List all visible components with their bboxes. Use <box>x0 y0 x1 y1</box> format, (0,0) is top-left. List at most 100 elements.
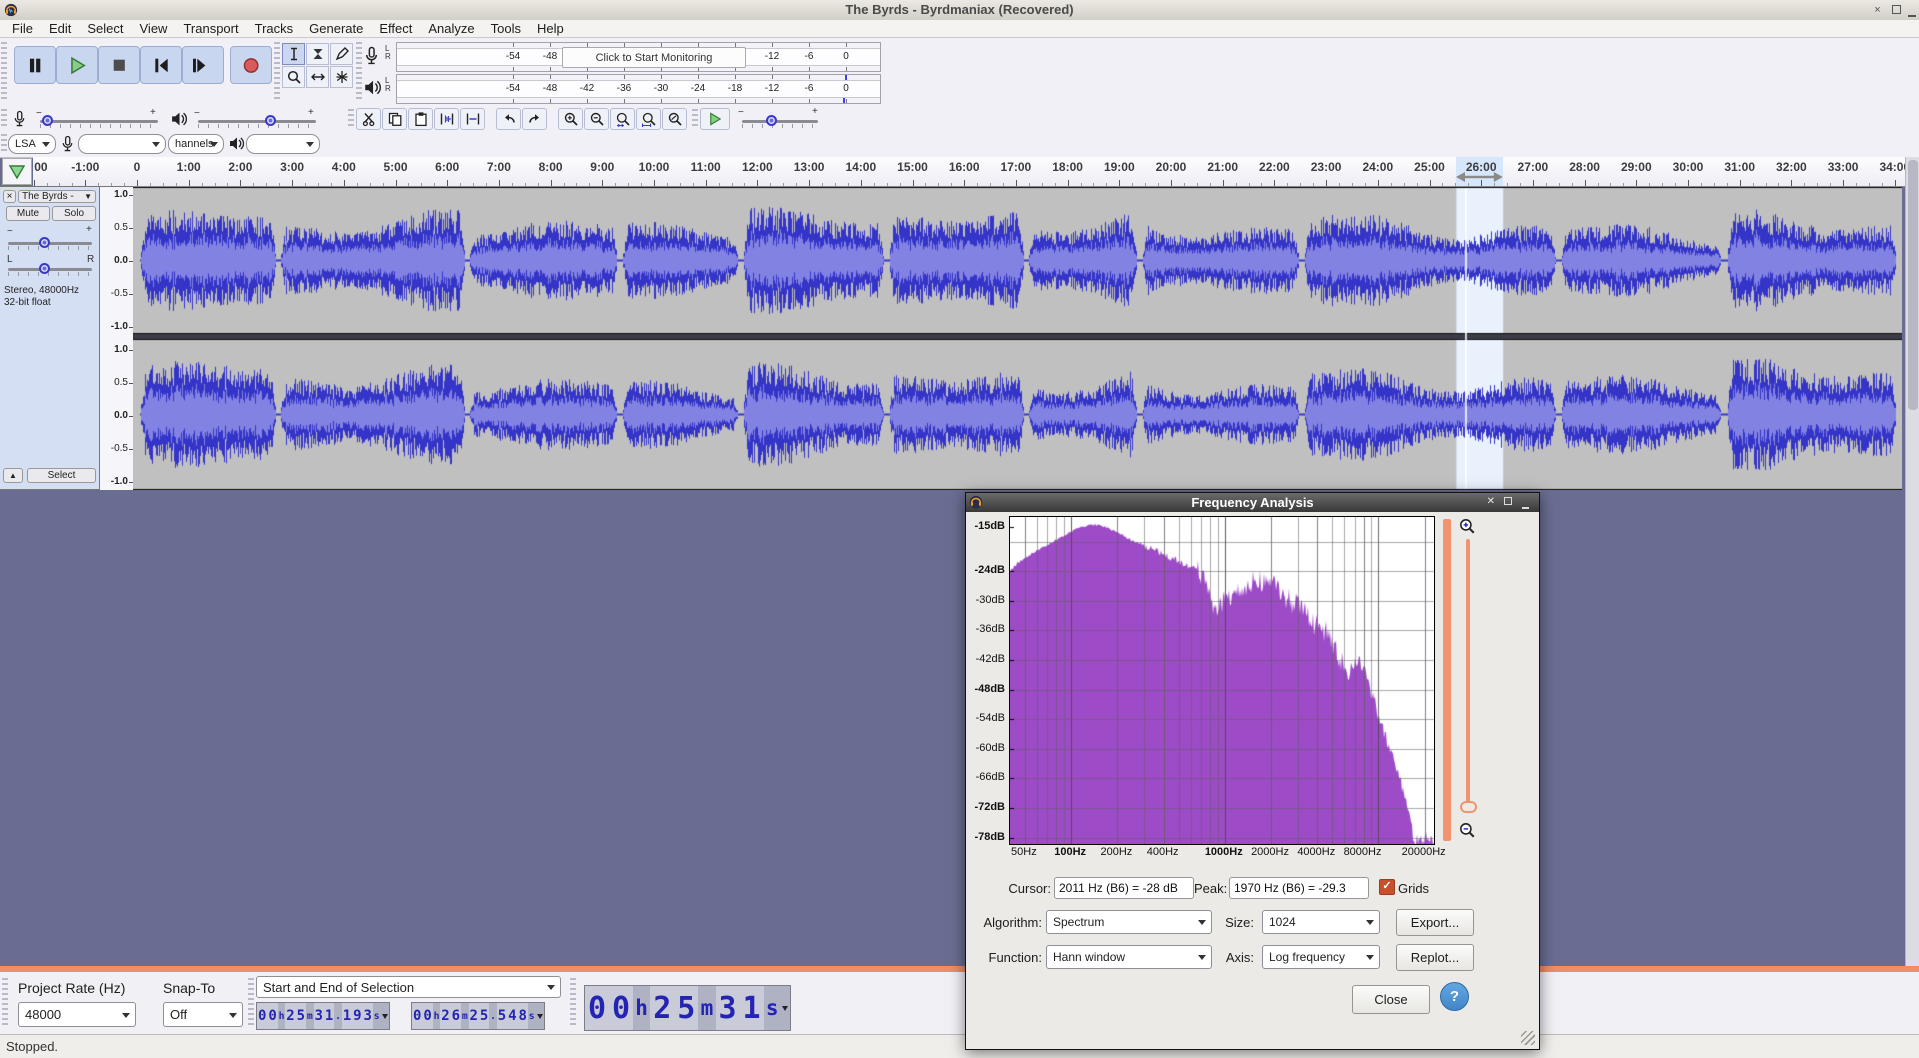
close-button[interactable]: Close <box>1352 985 1430 1014</box>
selection-end-field-digit[interactable]: 0 <box>412 1003 423 1029</box>
menu-effect[interactable]: Effect <box>371 21 420 36</box>
export-button[interactable]: Export... <box>1396 909 1474 936</box>
selection-start-field-digit[interactable]: 1 <box>341 1003 353 1029</box>
selection-end-field-format-arrow[interactable] <box>535 1003 545 1029</box>
record-button[interactable] <box>230 46 272 84</box>
cursor-value-field[interactable]: 2011 Hz (B6) = -28 dB <box>1054 877 1194 899</box>
audio-position-field-digit[interactable]: 3 <box>715 986 740 1030</box>
undo-button[interactable] <box>496 108 521 130</box>
menu-transport[interactable]: Transport <box>175 21 246 36</box>
selection-end-field-digit[interactable]: 6 <box>450 1003 462 1029</box>
skip-to-start-button[interactable] <box>140 46 182 84</box>
vertical-zoom-slider[interactable] <box>1466 539 1470 811</box>
selection-end-field-digit[interactable]: 5 <box>478 1003 490 1029</box>
selection-tool-button[interactable] <box>282 43 305 65</box>
menu-analyze[interactable]: Analyze <box>420 21 482 36</box>
selection-start-field-format-arrow[interactable] <box>380 1003 390 1029</box>
mute-button[interactable]: Mute <box>6 206 50 221</box>
fit-project-button[interactable] <box>636 108 661 130</box>
selection-resize-handle[interactable] <box>1456 170 1504 184</box>
fit-selection-button[interactable] <box>610 108 635 130</box>
selection-start-field-digit[interactable]: 0 <box>257 1003 268 1029</box>
recording-channels-combo[interactable]: hannels <box>168 134 224 154</box>
selection-start-field-unit[interactable]: h <box>277 1003 286 1029</box>
selection-start-field-digit[interactable]: 3 <box>362 1003 373 1029</box>
track-close-button[interactable]: × <box>3 190 16 203</box>
stop-button[interactable] <box>98 46 140 84</box>
trim-outside-selection-button[interactable] <box>434 108 459 130</box>
window-titlebar[interactable]: The Byrds - Byrdmaniax (Recovered) × <box>0 0 1919 21</box>
timeshift-tool-button[interactable] <box>306 66 329 88</box>
gain-slider-thumb[interactable] <box>39 237 50 248</box>
audio-position-field-unit[interactable]: m <box>698 986 716 1030</box>
selection-end-field-digit[interactable]: 2 <box>468 1003 479 1029</box>
dialog-restore-icon[interactable] <box>1504 497 1512 508</box>
algorithm-combo[interactable]: Spectrum <box>1046 910 1212 934</box>
play-speed-slider[interactable] <box>742 120 818 123</box>
selection-end-field-unit[interactable]: . <box>489 1003 497 1029</box>
solo-button[interactable]: Solo <box>52 206 96 221</box>
collapse-track-button[interactable]: ▲ <box>3 468 23 483</box>
selection-start-field-digit[interactable]: 9 <box>352 1003 363 1029</box>
function-combo[interactable]: Hann window <box>1046 945 1212 969</box>
dialog-minimize-icon[interactable] <box>1522 502 1529 512</box>
selection-start-field-unit[interactable]: . <box>334 1003 342 1029</box>
record-meter-overlay[interactable]: Click to Start Monitoring <box>562 47 746 68</box>
snap-to-combo[interactable]: Off <box>163 1002 243 1027</box>
timeline-ruler[interactable]: -2:00 -1:00 0 1:00 2:00 3:00 4:00 5:00 6:00 7:00 8… <box>33 157 1919 187</box>
audio-position-field-digit[interactable]: 5 <box>674 986 699 1030</box>
selection-end-field[interactable]: 00h26m25.548s <box>411 1002 546 1030</box>
menu-select[interactable]: Select <box>79 21 131 36</box>
menu-edit[interactable]: Edit <box>41 21 79 36</box>
waveform-canvas[interactable] <box>133 187 1902 490</box>
pan-slider[interactable] <box>8 268 92 271</box>
skip-to-end-button[interactable] <box>182 46 224 84</box>
play-speed-thumb[interactable] <box>766 115 777 126</box>
axis-combo[interactable]: Log frequency <box>1262 945 1380 969</box>
dialog-close-icon[interactable]: ✕ <box>1487 497 1495 507</box>
envelope-tool-button[interactable] <box>306 43 329 65</box>
selection-end-field-digit[interactable]: 5 <box>496 1003 508 1029</box>
recording-device-combo[interactable] <box>78 134 166 154</box>
peak-value-field[interactable]: 1970 Hz (B6) = -29.3 <box>1229 877 1369 899</box>
playback-volume-thumb[interactable] <box>265 115 276 126</box>
selection-start-field-unit[interactable]: m <box>306 1003 314 1029</box>
silence-selection-button[interactable] <box>460 108 485 130</box>
menu-view[interactable]: View <box>132 21 176 36</box>
recording-volume-thumb[interactable] <box>42 115 53 126</box>
zoom-in-icon[interactable] <box>1458 517 1476 540</box>
replot-button[interactable]: Replot... <box>1396 944 1474 971</box>
selection-start-field-digit[interactable]: 0 <box>267 1003 278 1029</box>
spectrum-canvas[interactable] <box>1010 517 1434 844</box>
menu-tracks[interactable]: Tracks <box>247 21 302 36</box>
spectrum-plot-area[interactable] <box>1009 516 1435 845</box>
project-rate-combo[interactable]: 48000 <box>18 1002 136 1027</box>
record-meter[interactable]: -54-48-42-36-30-24-18-12-60Click to Star… <box>396 42 881 72</box>
selection-start-field-digit[interactable]: 5 <box>295 1003 307 1029</box>
selection-end-field-unit[interactable]: s <box>527 1003 536 1029</box>
selection-end-field-unit[interactable]: h <box>432 1003 441 1029</box>
cut-button[interactable] <box>356 108 381 130</box>
gain-slider[interactable] <box>8 242 92 245</box>
selection-start-field[interactable]: 00h25m31.193s <box>256 1002 391 1030</box>
zoom-in-button[interactable] <box>558 108 583 130</box>
grids-checkbox[interactable]: ✓ <box>1379 879 1395 895</box>
play-at-speed-button[interactable] <box>700 108 730 130</box>
selection-end-field-digit[interactable]: 0 <box>422 1003 433 1029</box>
window-restore-icon[interactable] <box>1891 5 1902 16</box>
audio-position-field-unit[interactable]: h <box>633 986 651 1030</box>
selection-start-field-digit[interactable]: 3 <box>313 1003 324 1029</box>
paste-button[interactable] <box>408 108 433 130</box>
menu-tools[interactable]: Tools <box>483 21 529 36</box>
menu-generate[interactable]: Generate <box>301 21 371 36</box>
selection-start-field-unit[interactable]: s <box>372 1003 381 1029</box>
audio-position-field-digit[interactable]: 2 <box>650 986 675 1030</box>
play-button[interactable] <box>56 46 98 84</box>
zoom-out-icon[interactable] <box>1458 821 1476 844</box>
zoom-toggle-button[interactable] <box>662 108 687 130</box>
selection-end-field-digit[interactable]: 4 <box>507 1003 518 1029</box>
window-close-icon[interactable]: × <box>1872 5 1883 16</box>
dialog-titlebar[interactable]: Frequency Analysis ✕ <box>966 493 1539 512</box>
audio-position-field-digit[interactable]: 0 <box>609 986 633 1030</box>
recording-volume-slider[interactable] <box>40 120 158 123</box>
